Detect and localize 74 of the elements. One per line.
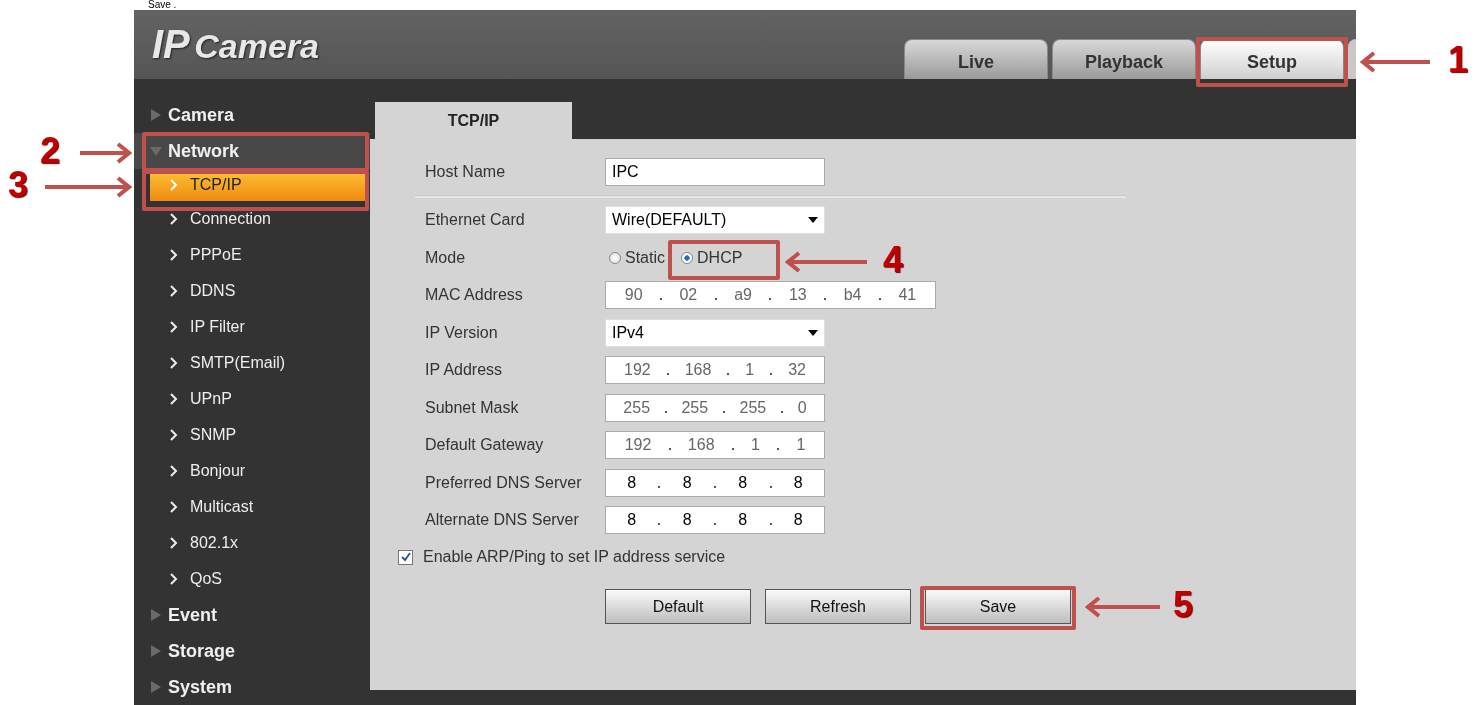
sidebar-item[interactable]: DDNS bbox=[134, 273, 370, 309]
dropdown[interactable]: Wire(DEFAULT) bbox=[605, 206, 825, 235]
partial-tab[interactable] bbox=[1348, 39, 1356, 79]
sidebar-item[interactable]: QoS bbox=[134, 561, 370, 597]
arrow-icon bbox=[1085, 595, 1160, 619]
logo-text: Camera bbox=[194, 27, 319, 65]
chevron-right-icon bbox=[170, 393, 178, 405]
field-label: Default Gateway bbox=[425, 436, 545, 455]
field-label: Subnet Mask bbox=[425, 398, 520, 417]
radio-option[interactable]: Static bbox=[605, 246, 671, 269]
field-label: MAC Address bbox=[425, 286, 524, 305]
text-field[interactable]: IPC bbox=[605, 157, 825, 186]
field-label: IP Version bbox=[425, 323, 499, 342]
action-button[interactable]: Default bbox=[605, 589, 751, 624]
callout-number: 1 bbox=[1448, 38, 1469, 82]
sidebar-item[interactable]: Connection bbox=[134, 201, 370, 237]
field-label: Alternate DNS Server bbox=[425, 511, 580, 530]
chevron-right-icon bbox=[170, 501, 178, 513]
arrow-icon bbox=[785, 250, 867, 274]
sidebar-group[interactable]: Event bbox=[134, 597, 370, 633]
field-label: Preferred DNS Server bbox=[425, 473, 583, 492]
triangle-down-icon bbox=[150, 145, 162, 157]
sidebar-item[interactable]: Multicast bbox=[134, 489, 370, 525]
chevron-right-icon bbox=[170, 179, 178, 191]
action-button[interactable]: Save bbox=[925, 589, 1071, 624]
chevron-right-icon bbox=[170, 537, 178, 549]
radio-option[interactable]: DHCP bbox=[677, 246, 749, 269]
chevron-right-icon bbox=[170, 465, 178, 477]
checkbox-label: Enable ARP/Ping to set IP address service bbox=[423, 548, 726, 566]
sidebar-item[interactable]: SNMP bbox=[134, 417, 370, 453]
address-field[interactable]: 8 8 8 8 bbox=[605, 506, 825, 535]
sidebar-item[interactable]: IP Filter bbox=[134, 309, 370, 345]
sidebar-group[interactable]: Storage bbox=[134, 633, 370, 669]
chevron-right-icon bbox=[170, 285, 178, 297]
caret-icon bbox=[808, 329, 818, 336]
nav-tab[interactable]: Playback bbox=[1052, 39, 1196, 79]
sidebar-item[interactable]: Bonjour bbox=[134, 453, 370, 489]
callout-number: 2 bbox=[40, 129, 61, 173]
chevron-right-icon bbox=[170, 429, 178, 441]
callout-number: 5 bbox=[1173, 583, 1194, 627]
triangle-right-icon bbox=[150, 681, 162, 693]
sidebar-item[interactable]: UPnP bbox=[134, 381, 370, 417]
chevron-right-icon bbox=[170, 249, 178, 261]
sidebar-item[interactable]: PPPoE bbox=[134, 237, 370, 273]
sidebar-group[interactable]: Camera bbox=[134, 97, 370, 133]
checkbox[interactable] bbox=[398, 549, 413, 565]
address-field[interactable]: 8 8 8 8 bbox=[605, 468, 825, 497]
caret-icon bbox=[808, 217, 818, 224]
arrow-icon bbox=[80, 141, 132, 165]
logo-text: IP bbox=[152, 22, 190, 66]
triangle-right-icon bbox=[150, 609, 162, 621]
chevron-right-icon bbox=[170, 213, 178, 225]
sidebar-item[interactable]: SMTP(Email) bbox=[134, 345, 370, 381]
sidebar-group[interactable]: System bbox=[134, 669, 370, 705]
field-label: Ethernet Card bbox=[425, 211, 526, 230]
panel-tab[interactable]: TCP/IP bbox=[375, 102, 572, 139]
chevron-right-icon bbox=[170, 321, 178, 333]
callout-number: 3 bbox=[8, 163, 29, 207]
arrow-icon bbox=[1360, 50, 1430, 74]
triangle-right-icon bbox=[150, 109, 162, 121]
field-label: Host Name bbox=[425, 162, 507, 181]
caption-text: Save . bbox=[147, 0, 178, 10]
dropdown[interactable]: IPv4 bbox=[605, 318, 825, 347]
triangle-right-icon bbox=[150, 645, 162, 657]
nav-tab[interactable]: Live bbox=[904, 39, 1048, 79]
field-label: IP Address bbox=[425, 361, 504, 380]
sidebar-item[interactable]: 802.1x bbox=[134, 525, 370, 561]
action-button[interactable]: Refresh bbox=[765, 589, 911, 624]
chevron-right-icon bbox=[170, 573, 178, 585]
nav-tab[interactable]: Setup bbox=[1200, 39, 1344, 79]
arrow-icon bbox=[45, 175, 132, 199]
callout-number: 4 bbox=[883, 238, 904, 282]
chevron-right-icon bbox=[170, 357, 178, 369]
field-label: Mode bbox=[425, 248, 467, 267]
